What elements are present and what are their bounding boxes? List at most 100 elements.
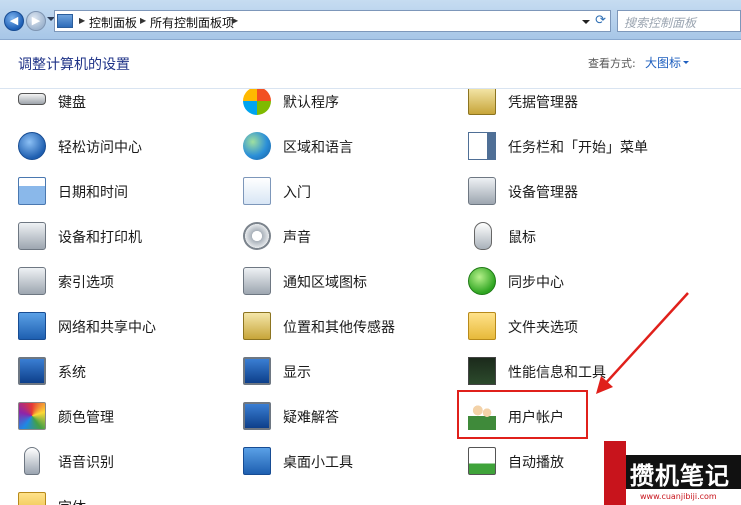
fonts-folder-icon [18,492,46,505]
breadcrumb-separator-icon[interactable]: ▶ [79,16,85,25]
item-ease-of-access[interactable]: 轻松访问中心 [18,129,218,163]
address-input[interactable]: ▶ 控制面板 ▶ 所有控制面板项 ▶ ⟳ [54,10,611,32]
notification-area-icon [243,267,271,295]
item-troubleshooting[interactable]: 疑难解答 [243,399,443,433]
item-credential-manager[interactable]: 凭据管理器 [468,89,668,118]
item-speech-recognition[interactable]: 语音识别 [18,444,218,478]
item-label: 索引选项 [58,275,114,291]
item-label: 键盘 [58,95,86,111]
item-label: 入门 [283,185,311,201]
page-header: 调整计算机的设置 查看方式: 大图标 [0,41,741,89]
item-label: 显示 [283,365,311,381]
view-by-dropdown[interactable]: 大图标 [645,54,681,71]
magnifier-icon [18,267,46,295]
folder-icon [468,312,496,340]
item-label: 系统 [58,365,86,381]
chevron-down-icon[interactable] [683,61,689,64]
item-device-manager[interactable]: 设备管理器 [468,174,668,208]
item-label: 字体 [58,497,86,505]
breadcrumb-separator-icon[interactable]: ▶ [140,16,146,25]
item-label: 通知区域图标 [283,275,367,291]
calendar-clock-icon [18,177,46,205]
item-region-language[interactable]: 区域和语言 [243,129,443,163]
globe-icon [243,132,271,160]
printer-icon [18,222,46,250]
item-label: 任务栏和「开始」菜单 [508,140,648,156]
back-button[interactable]: ◀ [4,11,24,31]
breadcrumb-control-panel[interactable]: 控制面板 [89,14,137,31]
performance-icon [468,357,496,385]
vault-icon [468,89,496,115]
item-label: 桌面小工具 [283,455,353,471]
troubleshooting-icon [243,402,271,430]
watermark-title: 攒机笔记 [630,462,730,490]
item-system[interactable]: 系统 [18,354,218,388]
default-programs-icon [243,89,271,115]
item-indexing[interactable]: 索引选项 [18,264,218,298]
item-keyboard[interactable]: 键盘 [18,89,218,118]
item-label: 网络和共享中心 [58,320,156,336]
mouse-icon [474,222,492,250]
device-manager-icon [468,177,496,205]
keyboard-icon [18,93,46,105]
item-label: 设备和打印机 [58,230,142,246]
item-label: 用户帐户 [508,410,564,426]
item-label: 语音识别 [58,455,114,471]
item-default-programs[interactable]: 默认程序 [243,89,443,118]
item-label: 性能信息和工具 [508,365,606,381]
view-by-label: 查看方式: [588,57,636,70]
getting-started-icon [243,177,271,205]
item-taskbar-start[interactable]: 任务栏和「开始」菜单 [468,129,668,163]
item-label: 默认程序 [283,95,339,111]
watermark-logo: 攒机笔记 www.cuanjibiji.com [604,441,741,505]
search-input[interactable]: 搜索控制面板 [617,10,741,32]
taskbar-icon [468,132,496,160]
item-color-management[interactable]: 颜色管理 [18,399,218,433]
item-user-accounts[interactable]: 用户帐户 [468,399,668,433]
autoplay-icon [468,447,496,475]
location-sensor-icon [243,312,271,340]
speaker-icon [243,222,271,250]
watermark-url: www.cuanjibiji.com [640,492,717,501]
address-toolbar: ◀ ▶ ▶ 控制面板 ▶ 所有控制面板项 ▶ ⟳ 搜索控制面板 [0,0,741,40]
refresh-icon[interactable]: ⟳ [595,13,606,28]
breadcrumb-all-items[interactable]: 所有控制面板项 [150,14,234,31]
item-devices-printers[interactable]: 设备和打印机 [18,219,218,253]
item-sound[interactable]: 声音 [243,219,443,253]
item-label: 轻松访问中心 [58,140,142,156]
item-desktop-gadgets[interactable]: 桌面小工具 [243,444,443,478]
item-location-sensors[interactable]: 位置和其他传感器 [243,309,443,343]
address-history-dropdown[interactable] [582,20,590,24]
network-icon [18,312,46,340]
page-title: 调整计算机的设置 [18,57,130,73]
item-label: 自动播放 [508,455,564,471]
item-getting-started[interactable]: 入门 [243,174,443,208]
item-fonts[interactable]: 字体 [18,489,218,505]
display-icon [243,357,271,385]
item-notification-icons[interactable]: 通知区域图标 [243,264,443,298]
item-sync-center[interactable]: 同步中心 [468,264,668,298]
item-label: 声音 [283,230,311,246]
item-display[interactable]: 显示 [243,354,443,388]
item-date-time[interactable]: 日期和时间 [18,174,218,208]
microphone-icon [24,447,40,475]
item-network-sharing[interactable]: 网络和共享中心 [18,309,218,343]
item-label: 设备管理器 [508,185,578,201]
item-label: 位置和其他传感器 [283,320,395,336]
item-label: 颜色管理 [58,410,114,426]
item-folder-options[interactable]: 文件夹选项 [468,309,668,343]
item-label: 疑难解答 [283,410,339,426]
breadcrumb-separator-icon[interactable]: ▶ [232,16,238,25]
item-label: 日期和时间 [58,185,128,201]
item-mouse[interactable]: 鼠标 [468,219,668,253]
forward-button[interactable]: ▶ [26,11,46,31]
sync-icon [468,267,496,295]
item-label: 鼠标 [508,230,536,246]
item-performance[interactable]: 性能信息和工具 [468,354,668,388]
item-label: 凭据管理器 [508,95,578,111]
item-label: 文件夹选项 [508,320,578,336]
item-label: 同步中心 [508,275,564,291]
search-placeholder: 搜索控制面板 [624,16,697,30]
users-icon [468,402,496,430]
system-icon [18,357,46,385]
